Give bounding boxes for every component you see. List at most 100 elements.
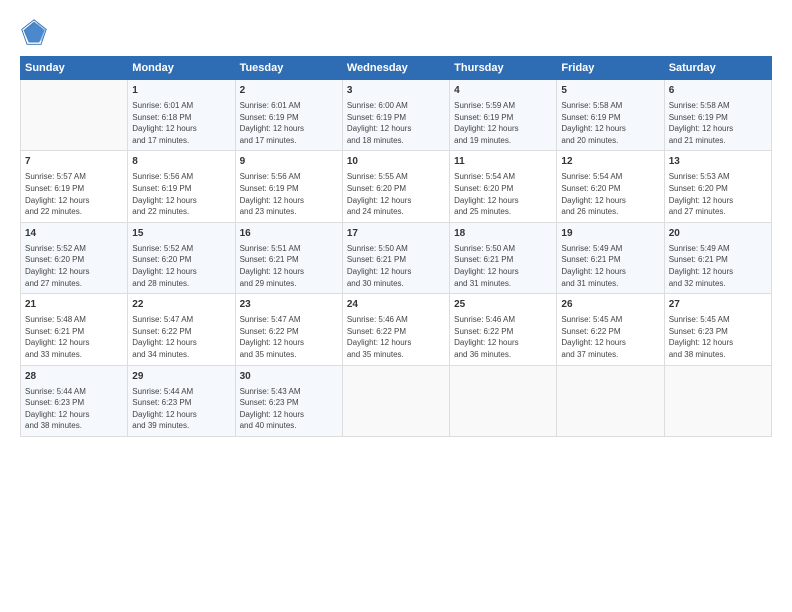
week-row-5: 28 Sunrise: 5:44 AM Sunset: 6:23 PM Dayli…	[21, 365, 772, 436]
day-cell: 2 Sunrise: 6:01 AM Sunset: 6:19 PM Daylig…	[235, 80, 342, 151]
col-header-friday: Friday	[557, 57, 664, 80]
day-cell: 1 Sunrise: 6:01 AM Sunset: 6:18 PM Daylig…	[128, 80, 235, 151]
day-number: 20	[669, 227, 767, 241]
col-header-saturday: Saturday	[664, 57, 771, 80]
day-cell: 23 Sunrise: 5:47 AM Sunset: 6:22 PM Dayli…	[235, 294, 342, 365]
day-cell: 9 Sunrise: 5:56 AM Sunset: 6:19 PM Daylig…	[235, 151, 342, 222]
day-info: Sunrise: 6:01 AM Sunset: 6:18 PM Dayligh…	[132, 100, 230, 146]
day-number: 2	[240, 84, 338, 98]
day-number: 24	[347, 298, 445, 312]
day-info: Sunrise: 5:51 AM Sunset: 6:21 PM Dayligh…	[240, 243, 338, 289]
day-number: 29	[132, 370, 230, 384]
day-cell: 26Sunrise: 5:45 AM Sunset: 6:22 PM Dayli…	[557, 294, 664, 365]
day-info: Sunrise: 5:47 AM Sunset: 6:22 PM Dayligh…	[240, 314, 338, 360]
day-number: 25	[454, 298, 552, 312]
day-cell: 5 Sunrise: 5:58 AM Sunset: 6:19 PM Daylig…	[557, 80, 664, 151]
day-number: 17	[347, 227, 445, 241]
day-cell	[450, 365, 557, 436]
day-number: 8	[132, 155, 230, 169]
day-cell: 3 Sunrise: 6:00 AM Sunset: 6:19 PM Daylig…	[342, 80, 449, 151]
day-number: 14	[25, 227, 123, 241]
day-cell	[557, 365, 664, 436]
day-info: Sunrise: 5:54 AM Sunset: 6:20 PM Dayligh…	[454, 171, 552, 217]
day-number: 30	[240, 370, 338, 384]
day-number: 11	[454, 155, 552, 169]
day-cell: 8 Sunrise: 5:56 AM Sunset: 6:19 PM Daylig…	[128, 151, 235, 222]
day-number: 12	[561, 155, 659, 169]
day-number: 16	[240, 227, 338, 241]
day-cell: 17 Sunrise: 5:50 AM Sunset: 6:21 PM Dayli…	[342, 222, 449, 293]
day-info: Sunrise: 5:47 AM Sunset: 6:22 PM Dayligh…	[132, 314, 230, 360]
day-cell: 29Sunrise: 5:44 AM Sunset: 6:23 PM Dayli…	[128, 365, 235, 436]
day-info: Sunrise: 5:49 AM Sunset: 6:21 PM Dayligh…	[669, 243, 767, 289]
day-cell	[342, 365, 449, 436]
day-cell: 15 Sunrise: 5:52 AM Sunset: 6:20 PM Dayli…	[128, 222, 235, 293]
day-info: Sunrise: 5:50 AM Sunset: 6:21 PM Dayligh…	[454, 243, 552, 289]
day-info: Sunrise: 5:55 AM Sunset: 6:20 PM Dayligh…	[347, 171, 445, 217]
day-cell: 6 Sunrise: 5:58 AM Sunset: 6:19 PM Daylig…	[664, 80, 771, 151]
day-info: Sunrise: 5:59 AM Sunset: 6:19 PM Dayligh…	[454, 100, 552, 146]
logo-icon	[20, 18, 48, 46]
day-cell: 10 Sunrise: 5:55 AM Sunset: 6:20 PM Dayli…	[342, 151, 449, 222]
day-cell: 13 Sunrise: 5:53 AM Sunset: 6:20 PM Dayli…	[664, 151, 771, 222]
page: SundayMondayTuesdayWednesdayThursdayFrid…	[0, 0, 792, 612]
day-info: Sunrise: 5:44 AM Sunset: 6:23 PM Dayligh…	[25, 386, 123, 432]
col-header-monday: Monday	[128, 57, 235, 80]
day-number: 19	[561, 227, 659, 241]
day-info: Sunrise: 5:49 AM Sunset: 6:21 PM Dayligh…	[561, 243, 659, 289]
logo	[20, 18, 52, 46]
col-header-sunday: Sunday	[21, 57, 128, 80]
day-cell: 30Sunrise: 5:43 AM Sunset: 6:23 PM Dayli…	[235, 365, 342, 436]
day-info: Sunrise: 5:53 AM Sunset: 6:20 PM Dayligh…	[669, 171, 767, 217]
day-number: 26	[561, 298, 659, 312]
day-info: Sunrise: 5:57 AM Sunset: 6:19 PM Dayligh…	[25, 171, 123, 217]
week-row-2: 7 Sunrise: 5:57 AM Sunset: 6:19 PM Daylig…	[21, 151, 772, 222]
day-cell: 18 Sunrise: 5:50 AM Sunset: 6:21 PM Dayli…	[450, 222, 557, 293]
day-info: Sunrise: 5:50 AM Sunset: 6:21 PM Dayligh…	[347, 243, 445, 289]
day-number: 22	[132, 298, 230, 312]
day-cell: 21 Sunrise: 5:48 AM Sunset: 6:21 PM Dayli…	[21, 294, 128, 365]
day-info: Sunrise: 5:58 AM Sunset: 6:19 PM Dayligh…	[669, 100, 767, 146]
day-number: 27	[669, 298, 767, 312]
header	[20, 18, 772, 46]
calendar-table: SundayMondayTuesdayWednesdayThursdayFrid…	[20, 56, 772, 437]
day-number: 28	[25, 370, 123, 384]
day-info: Sunrise: 5:46 AM Sunset: 6:22 PM Dayligh…	[347, 314, 445, 360]
day-cell: 12 Sunrise: 5:54 AM Sunset: 6:20 PM Dayli…	[557, 151, 664, 222]
day-cell: 19 Sunrise: 5:49 AM Sunset: 6:21 PM Dayli…	[557, 222, 664, 293]
week-row-1: 1 Sunrise: 6:01 AM Sunset: 6:18 PM Daylig…	[21, 80, 772, 151]
day-number: 23	[240, 298, 338, 312]
day-number: 3	[347, 84, 445, 98]
day-info: Sunrise: 6:00 AM Sunset: 6:19 PM Dayligh…	[347, 100, 445, 146]
day-number: 21	[25, 298, 123, 312]
day-info: Sunrise: 6:01 AM Sunset: 6:19 PM Dayligh…	[240, 100, 338, 146]
day-cell: 11 Sunrise: 5:54 AM Sunset: 6:20 PM Dayli…	[450, 151, 557, 222]
day-number: 18	[454, 227, 552, 241]
day-info: Sunrise: 5:58 AM Sunset: 6:19 PM Dayligh…	[561, 100, 659, 146]
day-info: Sunrise: 5:56 AM Sunset: 6:19 PM Dayligh…	[132, 171, 230, 217]
day-cell: 4Sunrise: 5:59 AM Sunset: 6:19 PM Daylig…	[450, 80, 557, 151]
day-info: Sunrise: 5:48 AM Sunset: 6:21 PM Dayligh…	[25, 314, 123, 360]
day-cell: 28 Sunrise: 5:44 AM Sunset: 6:23 PM Dayli…	[21, 365, 128, 436]
day-number: 9	[240, 155, 338, 169]
week-row-4: 21 Sunrise: 5:48 AM Sunset: 6:21 PM Dayli…	[21, 294, 772, 365]
day-info: Sunrise: 5:46 AM Sunset: 6:22 PM Dayligh…	[454, 314, 552, 360]
day-cell: 25 Sunrise: 5:46 AM Sunset: 6:22 PM Dayli…	[450, 294, 557, 365]
day-number: 13	[669, 155, 767, 169]
col-header-tuesday: Tuesday	[235, 57, 342, 80]
day-info: Sunrise: 5:45 AM Sunset: 6:23 PM Dayligh…	[669, 314, 767, 360]
day-number: 7	[25, 155, 123, 169]
day-number: 5	[561, 84, 659, 98]
day-info: Sunrise: 5:52 AM Sunset: 6:20 PM Dayligh…	[132, 243, 230, 289]
day-number: 10	[347, 155, 445, 169]
day-info: Sunrise: 5:54 AM Sunset: 6:20 PM Dayligh…	[561, 171, 659, 217]
day-cell: 16 Sunrise: 5:51 AM Sunset: 6:21 PM Dayli…	[235, 222, 342, 293]
col-header-thursday: Thursday	[450, 57, 557, 80]
day-number: 6	[669, 84, 767, 98]
day-cell: 27 Sunrise: 5:45 AM Sunset: 6:23 PM Dayli…	[664, 294, 771, 365]
week-row-3: 14 Sunrise: 5:52 AM Sunset: 6:20 PM Dayli…	[21, 222, 772, 293]
day-info: Sunrise: 5:56 AM Sunset: 6:19 PM Dayligh…	[240, 171, 338, 217]
day-cell	[664, 365, 771, 436]
day-number: 1	[132, 84, 230, 98]
day-number: 15	[132, 227, 230, 241]
